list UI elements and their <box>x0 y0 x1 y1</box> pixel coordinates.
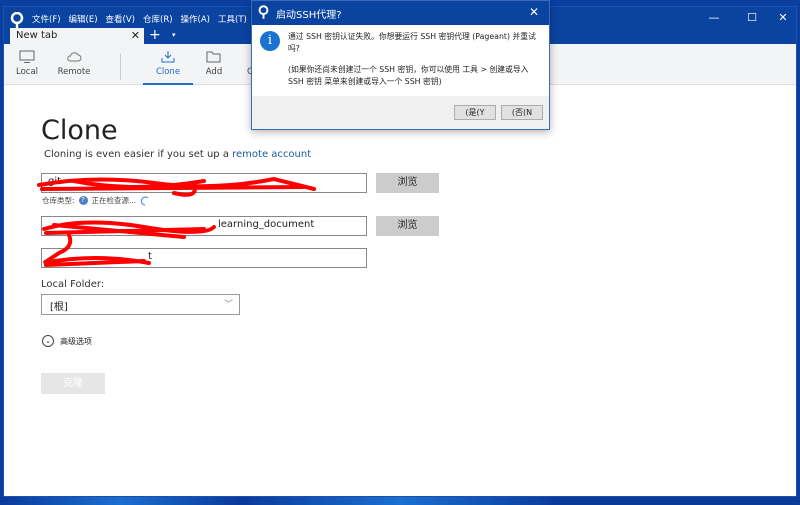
expand-chevron-icon: ⌄ <box>42 335 54 347</box>
browse-destination-button[interactable]: 浏览 <box>376 216 439 236</box>
repo-type-label: 仓库类型: <box>42 196 75 205</box>
subtitle: Cloning is even easier if you set up a r… <box>44 149 311 160</box>
cloud-icon <box>67 52 82 62</box>
remote-button[interactable]: Remote <box>56 44 92 85</box>
repo-type-text: 正在检查源... <box>91 196 137 205</box>
dialog-close-button[interactable]: ✕ <box>529 5 539 19</box>
repo-type-status: 仓库类型:? 正在检查源... <box>42 195 150 206</box>
source-url-value: git <box>48 176 62 187</box>
local-folder-label: Local Folder: <box>41 279 105 290</box>
subtitle-text: Cloning is even easier if you set up a <box>44 149 233 160</box>
ssh-agent-dialog: 启动SSH代理? ✕ i 通过 SSH 密钥认证失败。你想要运行 SSH 密钥代… <box>251 0 550 130</box>
taskbar <box>0 497 800 505</box>
close-tab-icon[interactable]: ✕ <box>131 29 140 42</box>
local-button[interactable]: Local <box>12 44 42 85</box>
clone-button-tab[interactable]: Clone <box>143 44 193 85</box>
monitor-icon <box>19 50 35 63</box>
menu-tools[interactable]: 工具(T) <box>218 13 247 25</box>
menu-bar: 文件(F) 编辑(E) 查看(V) 仓库(R) 操作(A) 工具(T) 帮 <box>32 13 263 25</box>
dialog-note: (如果你还尚未创建过一个 SSH 密钥，你可以使用 工具 > 创建或导入 SSH… <box>288 65 529 86</box>
yes-button[interactable]: (是(Y <box>454 105 496 120</box>
menu-repository[interactable]: 仓库(R) <box>143 13 173 25</box>
info-icon: i <box>260 31 280 51</box>
clone-label: Clone <box>155 67 181 77</box>
folder-icon <box>206 51 221 63</box>
tab-dropdown-icon[interactable]: ▾ <box>172 31 176 39</box>
tab-new-tab[interactable]: New tab ✕ <box>10 28 144 45</box>
toolbar-divider <box>120 54 121 80</box>
name-value: t <box>148 251 152 262</box>
maximize-button[interactable]: ☐ <box>742 11 762 24</box>
menu-view[interactable]: 查看(V) <box>106 13 135 25</box>
menu-edit[interactable]: 编辑(E) <box>69 13 98 25</box>
local-label: Local <box>15 67 39 77</box>
loading-spinner-icon <box>140 195 149 206</box>
page-title: Clone <box>41 115 118 146</box>
local-folder-select[interactable]: [根] ﹀ <box>41 294 240 315</box>
dialog-message: 通过 SSH 密钥认证失败。你想要运行 SSH 密钥代理 (Pageant) 并… <box>288 32 536 53</box>
menu-file[interactable]: 文件(F) <box>32 13 61 25</box>
browse-source-button[interactable]: 浏览 <box>376 173 439 193</box>
dialog-title-bar: 启动SSH代理? ✕ <box>252 1 549 25</box>
add-label: Add <box>205 67 223 77</box>
remote-label: Remote <box>57 67 91 77</box>
dialog-title: 启动SSH代理? <box>276 10 342 21</box>
sourcetree-logo-icon <box>258 5 269 19</box>
advanced-options-toggle[interactable]: ⌄ 高级选项 <box>42 335 92 347</box>
download-icon <box>161 51 175 63</box>
close-window-button[interactable]: ✕ <box>773 11 793 24</box>
chevron-down-icon: ﹀ <box>223 300 233 310</box>
add-button[interactable]: Add <box>199 44 229 85</box>
no-button[interactable]: (否(N <box>501 105 543 120</box>
menu-actions[interactable]: 操作(A) <box>181 13 210 25</box>
add-tab-button[interactable]: + <box>149 27 161 43</box>
destination-path-input[interactable]: learning_document <box>41 216 367 236</box>
question-icon: ? <box>78 196 88 205</box>
advanced-options-label: 高级选项 <box>60 336 92 346</box>
source-url-input[interactable]: git <box>41 173 367 193</box>
tab-label: New tab <box>16 30 58 41</box>
minimize-button[interactable]: — <box>704 11 724 24</box>
remote-account-link[interactable]: remote account <box>232 149 311 160</box>
local-folder-value: [根] <box>50 302 68 313</box>
dialog-footer: (是(Y (否(N <box>252 96 549 129</box>
name-input[interactable]: t <box>41 248 367 268</box>
destination-path-value: learning_document <box>218 219 315 230</box>
clone-submit-button[interactable]: 克隆 <box>41 373 105 394</box>
